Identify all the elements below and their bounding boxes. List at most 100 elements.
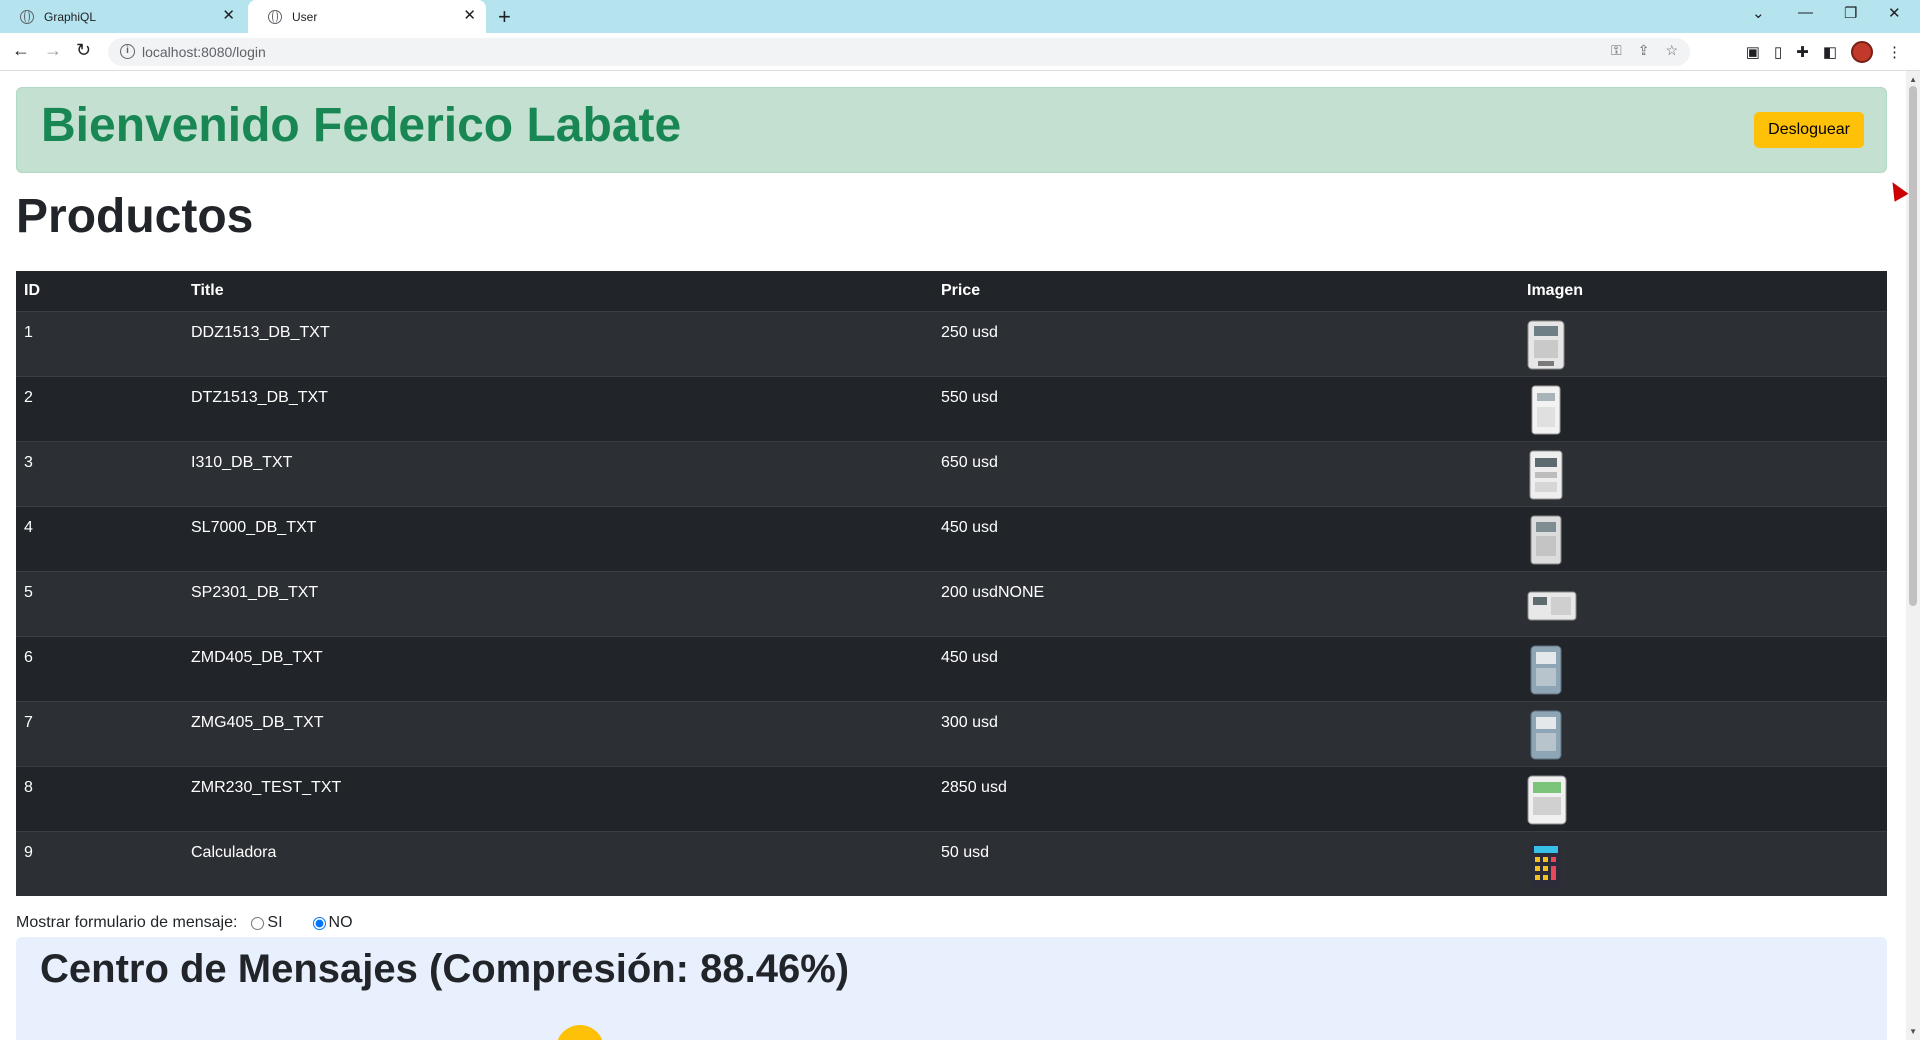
tab-user[interactable]: User ✕ <box>248 0 486 33</box>
radio-no[interactable]: NO <box>312 914 353 932</box>
reload-icon[interactable]: ↻ <box>76 40 91 61</box>
table-row: 2 DTZ1513_DB_TXT 550 usd <box>16 375 1887 441</box>
cell-price: 250 usd <box>933 310 1519 376</box>
globe-icon <box>268 9 282 24</box>
cell-price: 2850 usd <box>933 765 1519 831</box>
cell-id: 5 <box>16 570 183 636</box>
radio-label: SI <box>267 914 283 931</box>
welcome-title: Bienvenido Federico Labate <box>41 99 682 152</box>
info-icon[interactable]: i <box>120 44 135 59</box>
scroll-up-icon[interactable]: ▲ <box>1909 75 1917 84</box>
meter-icon <box>1530 710 1562 759</box>
cell-image <box>1519 375 1887 441</box>
cell-image <box>1519 440 1887 506</box>
toolbar: ← → ↻ i localhost:8080/login ⚿ ⇪ ☆ ▣ ▯ ✚… <box>0 33 1920 71</box>
column-header: Imagen <box>1519 271 1887 312</box>
globe-icon <box>20 9 34 24</box>
column-header: ID <box>16 271 183 312</box>
forward-icon[interactable]: → <box>44 40 62 61</box>
welcome-banner: Bienvenido Federico Labate Desloguear <box>16 87 1887 173</box>
puzzle-icon[interactable]: ✚ <box>1796 43 1809 61</box>
calculator-icon <box>1531 842 1561 887</box>
cell-image <box>1519 765 1887 831</box>
tab-label: User <box>292 9 318 24</box>
profile-avatar[interactable] <box>1851 41 1873 63</box>
back-icon[interactable]: ← <box>12 40 30 61</box>
cell-price: 50 usd <box>933 830 1519 896</box>
cell-image <box>1519 310 1887 376</box>
cell-title: SL7000_DB_TXT <box>183 505 933 571</box>
message-center-title: Centro de Mensajes (Compresión: 88.46%) <box>40 947 850 991</box>
cell-price: 550 usd <box>933 375 1519 441</box>
cell-title: DDZ1513_DB_TXT <box>183 310 933 376</box>
meter-icon <box>1530 515 1562 564</box>
meter-icon <box>1527 591 1577 620</box>
table-row: 4 SL7000_DB_TXT 450 usd <box>16 505 1887 571</box>
url-text[interactable]: localhost:8080/login <box>142 44 266 60</box>
cell-title: ZMD405_DB_TXT <box>183 635 933 701</box>
page-title: Productos <box>16 190 254 243</box>
side-panel-icon[interactable]: ◧ <box>1823 43 1837 61</box>
cell-id: 1 <box>16 310 183 376</box>
extension-icon[interactable]: ▯ <box>1774 43 1782 61</box>
cell-title: ZMR230_TEST_TXT <box>183 765 933 831</box>
share-icon[interactable]: ⇪ <box>1638 42 1650 59</box>
tab-search-icon[interactable]: ⌄ <box>1752 4 1765 22</box>
menu-icon[interactable]: ⋮ <box>1887 43 1902 61</box>
column-header: Title <box>183 271 933 312</box>
new-tab-button[interactable]: + <box>498 4 511 30</box>
table-row: 9 Calculadora 50 usd <box>16 830 1887 896</box>
restore-icon[interactable]: ❐ <box>1844 4 1857 22</box>
cell-id: 3 <box>16 440 183 506</box>
cell-id: 6 <box>16 635 183 701</box>
meter-icon <box>1527 775 1567 824</box>
table-row: 8 ZMR230_TEST_TXT 2850 usd <box>16 765 1887 831</box>
address-bar[interactable]: i localhost:8080/login ⚿ ⇪ ☆ <box>108 38 1690 66</box>
page-content: Bienvenido Federico Labate Desloguear Pr… <box>0 71 1906 1040</box>
cell-id: 2 <box>16 375 183 441</box>
cell-price: 450 usd <box>933 635 1519 701</box>
meter-icon <box>1530 645 1562 694</box>
close-tab-icon[interactable]: ✕ <box>463 8 476 24</box>
scrollbar[interactable]: ▲ ▼ <box>1906 71 1920 1040</box>
table-row: 3 I310_DB_TXT 650 usd <box>16 440 1887 506</box>
cell-title: DTZ1513_DB_TXT <box>183 375 933 441</box>
products-table: ID Title Price Imagen 1 DDZ1513_DB_TXT 2… <box>16 271 1887 896</box>
radio-label: NO <box>328 914 353 931</box>
table-header-row: ID Title Price Imagen <box>16 271 1887 312</box>
table-row: 1 DDZ1513_DB_TXT 250 usd <box>16 310 1887 376</box>
tab-label: GraphiQL <box>44 9 97 24</box>
scroll-down-icon[interactable]: ▼ <box>1909 1027 1917 1036</box>
minimize-icon[interactable]: — <box>1798 4 1813 21</box>
table-row: 6 ZMD405_DB_TXT 450 usd <box>16 635 1887 701</box>
cell-id: 7 <box>16 700 183 766</box>
tab-strip: GraphiQL ✕ User ✕ + ⌄ — ❐ ✕ <box>0 0 1920 33</box>
extension-icon[interactable]: ▣ <box>1746 43 1760 61</box>
cell-title: SP2301_DB_TXT <box>183 570 933 636</box>
radio-no-input[interactable] <box>312 916 326 930</box>
cell-title: Calculadora <box>183 830 933 896</box>
scrollbar-thumb[interactable] <box>1909 86 1917 606</box>
radio-si[interactable]: SI <box>251 914 283 932</box>
cell-title: ZMG405_DB_TXT <box>183 700 933 766</box>
key-icon[interactable]: ⚿ <box>1611 42 1622 59</box>
message-form-toggle: Mostrar formulario de mensaje: SI NO <box>16 914 353 932</box>
logout-button[interactable]: Desloguear <box>1754 112 1864 148</box>
tab-graphiql[interactable]: GraphiQL ✕ <box>0 0 245 33</box>
cell-image <box>1519 635 1887 701</box>
cell-image <box>1519 505 1887 571</box>
close-window-icon[interactable]: ✕ <box>1888 4 1901 22</box>
meter-icon <box>1529 450 1563 499</box>
column-header: Price <box>933 271 1519 312</box>
meter-icon <box>1527 320 1565 369</box>
cell-title: I310_DB_TXT <box>183 440 933 506</box>
bookmark-star-icon[interactable]: ☆ <box>1665 42 1678 59</box>
toggle-label: Mostrar formulario de mensaje: <box>16 914 238 931</box>
cell-price: 300 usd <box>933 700 1519 766</box>
cell-image <box>1519 570 1887 636</box>
table-row: 7 ZMG405_DB_TXT 300 usd <box>16 700 1887 766</box>
message-center: Centro de Mensajes (Compresión: 88.46%) <box>16 937 1887 1040</box>
radio-si-input[interactable] <box>251 916 265 930</box>
close-tab-icon[interactable]: ✕ <box>222 8 235 24</box>
cell-image <box>1519 700 1887 766</box>
